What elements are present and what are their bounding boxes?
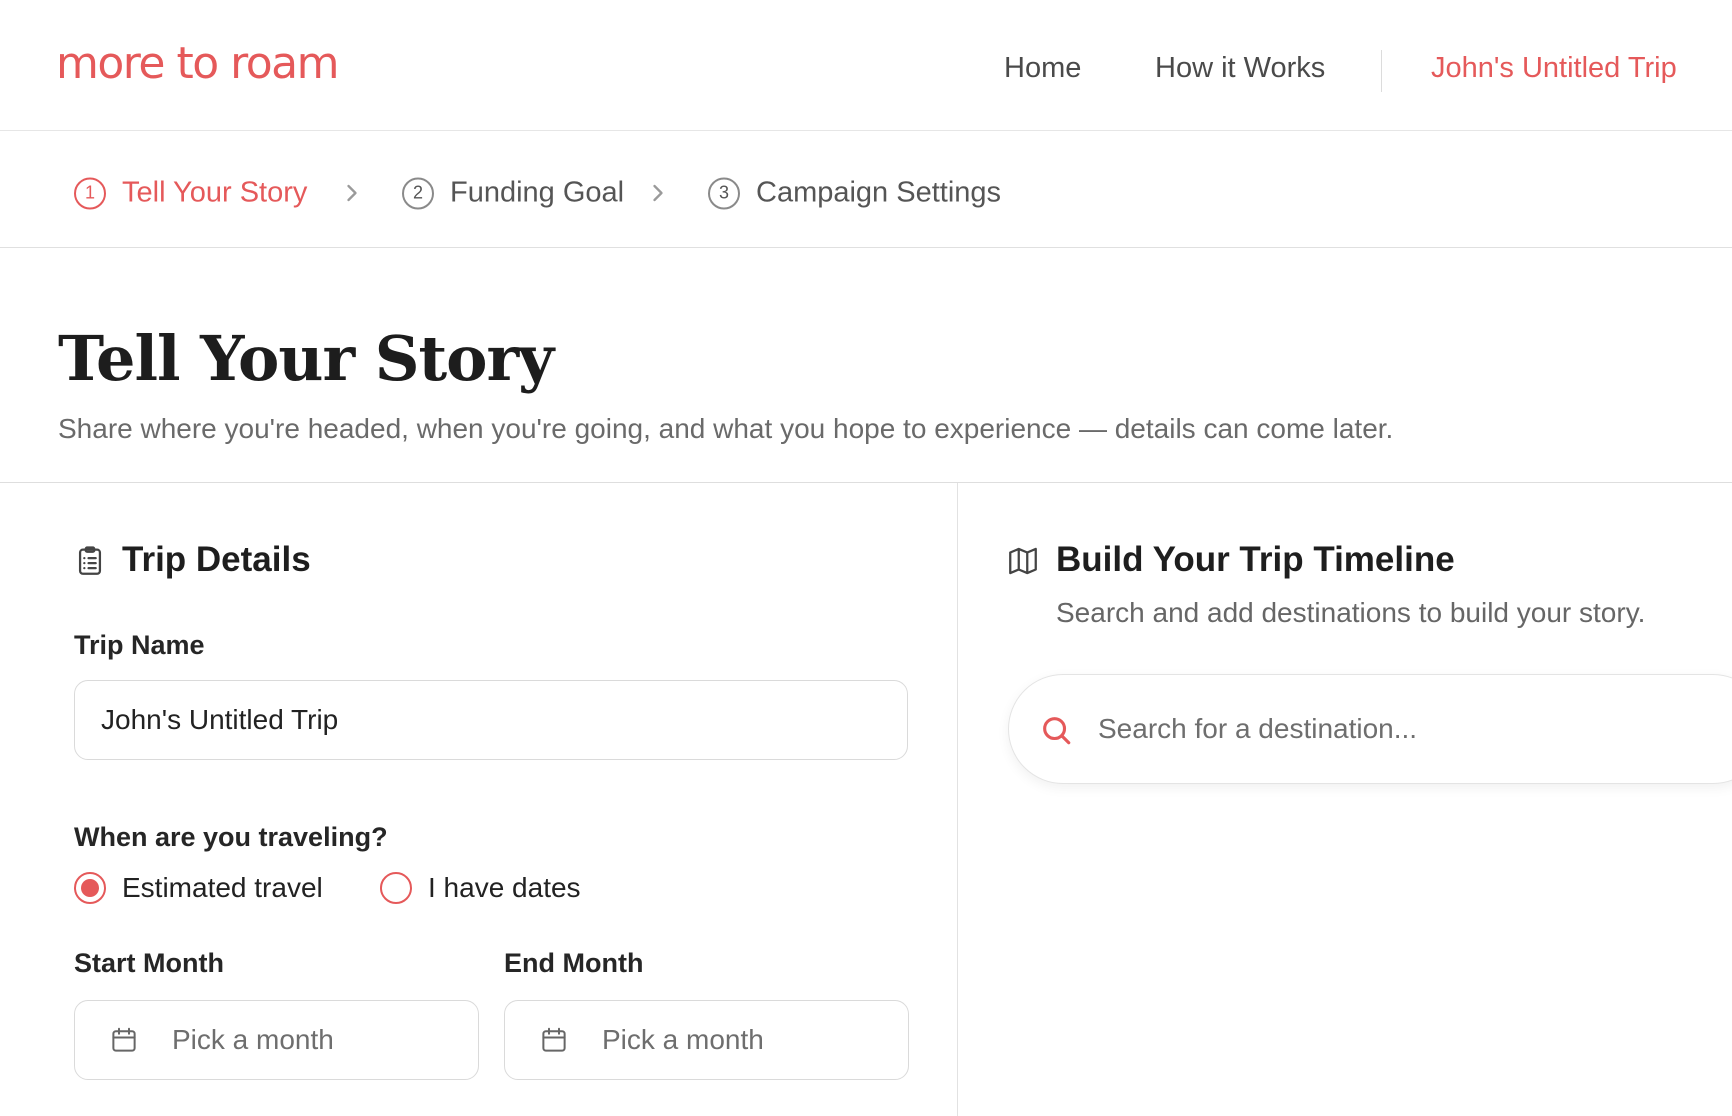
map-icon xyxy=(1009,547,1037,575)
trip-name-input[interactable]: John's Untitled Trip xyxy=(74,680,908,760)
nav-how-it-works-link[interactable]: How it Works xyxy=(1155,52,1325,85)
step-tell-your-story[interactable]: 1 Tell Your Story xyxy=(74,177,307,210)
trip-name-value: John's Untitled Trip xyxy=(101,704,339,735)
radio-selected-icon[interactable] xyxy=(74,872,106,904)
chevron-right-icon xyxy=(347,184,357,202)
step-funding-goal[interactable]: 2 Funding Goal xyxy=(402,177,624,210)
start-month-label: Start Month xyxy=(74,948,224,978)
radio-estimated-travel[interactable]: Estimated travel xyxy=(74,872,323,904)
calendar-icon xyxy=(112,1027,136,1052)
start-month-placeholder: Pick a month xyxy=(172,1024,334,1055)
timeline-title: Build Your Trip Timeline xyxy=(1056,540,1455,579)
calendar-icon xyxy=(542,1027,566,1052)
progress-stepper: 1 Tell Your Story 2 Funding Goal 3 Campa… xyxy=(0,131,1732,248)
end-month-label: End Month xyxy=(504,948,644,978)
column-divider xyxy=(957,483,958,1116)
destination-search-input[interactable]: Search for a destination... xyxy=(1008,674,1732,784)
trip-name-label: Trip Name xyxy=(74,630,205,660)
search-icon xyxy=(1043,717,1071,745)
nav-divider xyxy=(1381,50,1382,92)
end-month-placeholder: Pick a month xyxy=(602,1024,764,1055)
timeline-subtitle: Search and add destinations to build you… xyxy=(1056,597,1646,628)
step-number-1: 1 xyxy=(74,177,106,209)
step-campaign-settings[interactable]: 3 Campaign Settings xyxy=(708,177,1001,210)
radio-i-have-dates[interactable]: I have dates xyxy=(380,872,581,904)
step-label: Tell Your Story xyxy=(122,176,308,209)
page-title: Tell Your Story xyxy=(58,322,554,395)
chevron-right-icon xyxy=(653,184,663,202)
step-label: Funding Goal xyxy=(450,176,625,209)
header-divider xyxy=(0,482,1732,483)
step-number-2: 2 xyxy=(402,177,434,209)
page-subtitle: Share where you're headed, when you're g… xyxy=(58,413,1394,444)
search-placeholder: Search for a destination... xyxy=(1098,713,1418,744)
top-navigation: more to roam Home How it Works John's Un… xyxy=(0,0,1732,131)
travel-timing-label: When are you traveling? xyxy=(74,822,388,852)
trip-details-title: Trip Details xyxy=(122,540,311,579)
start-month-picker[interactable]: Pick a month xyxy=(74,1000,479,1080)
radio-label: Estimated travel xyxy=(122,872,323,903)
step-number-3: 3 xyxy=(708,177,740,209)
end-month-picker[interactable]: Pick a month xyxy=(504,1000,909,1080)
radio-unselected-icon[interactable] xyxy=(380,872,412,904)
step-label: Campaign Settings xyxy=(756,176,1002,209)
nav-home-link[interactable]: Home xyxy=(1004,52,1081,85)
clipboard-icon xyxy=(78,546,102,575)
nav-current-trip-link[interactable]: John's Untitled Trip xyxy=(1431,52,1677,85)
radio-label: I have dates xyxy=(428,872,581,903)
brand-logo[interactable]: more to roam xyxy=(56,38,340,89)
